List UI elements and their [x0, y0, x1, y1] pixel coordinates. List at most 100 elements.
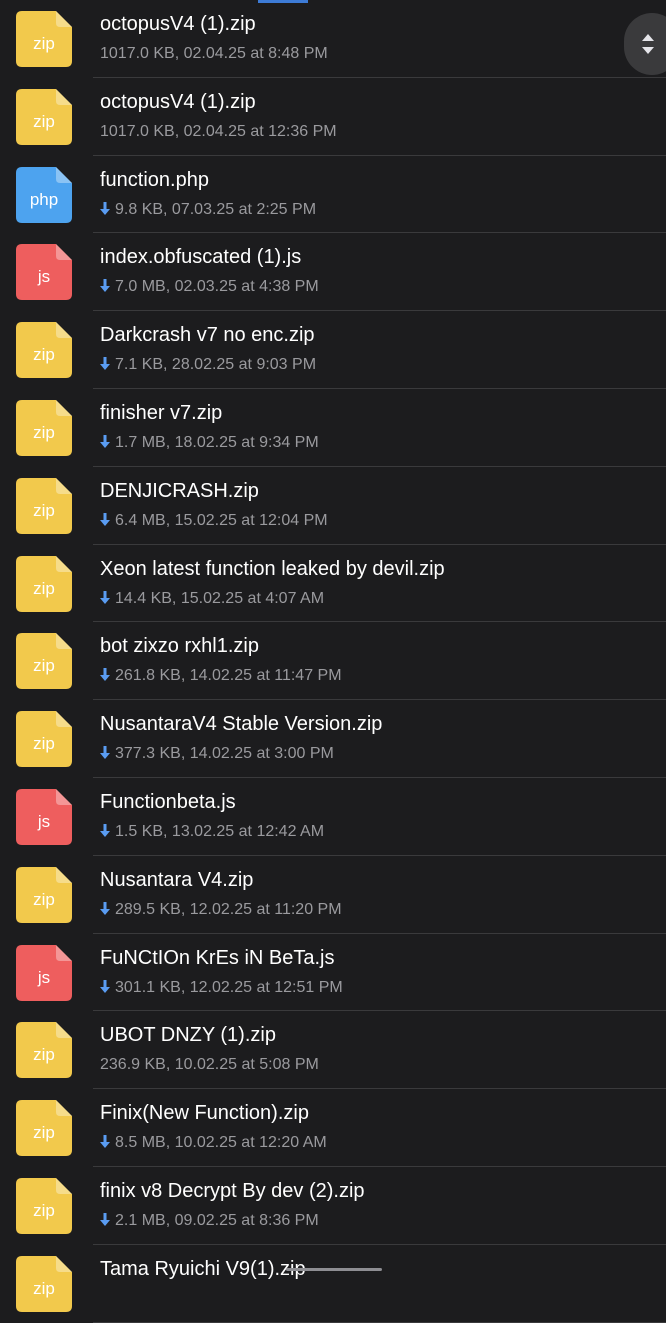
file-extension-label: zip	[33, 1200, 55, 1220]
php-file-icon: php	[16, 166, 72, 223]
file-name: Finix(New Function).zip	[100, 1102, 309, 1125]
file-meta: 377.3 KB, 14.02.25 at 3:00 PM	[100, 745, 334, 764]
file-row[interactable]: php function.php 9.8 KB, 07.03.25 at 2:25 …	[0, 156, 666, 234]
file-name: finisher v7.zip	[100, 401, 223, 424]
arrow-down-icon	[100, 1212, 112, 1231]
js-file-icon: js	[16, 944, 72, 1001]
file-meta-text: 2.1 MB, 09.02.25 at 8:36 PM	[115, 1211, 319, 1229]
file-name: function.php	[100, 168, 209, 191]
file-meta-text: 8.5 MB, 10.02.25 at 12:20 AM	[115, 1134, 327, 1152]
file-extension-label: zip	[33, 1045, 55, 1065]
arrow-down-icon	[100, 590, 112, 609]
zip-file-icon: zip	[16, 633, 72, 690]
file-meta: 7.0 MB, 02.03.25 at 4:38 PM	[100, 278, 319, 297]
file-meta-text: 14.4 KB, 15.02.25 at 4:07 AM	[115, 589, 325, 607]
arrow-down-icon	[100, 1135, 112, 1153]
file-meta: 2.1 MB, 09.02.25 at 8:36 PM	[100, 1212, 319, 1231]
zip-file-icon: zip	[16, 477, 72, 534]
file-meta-text: 1.7 MB, 18.02.25 at 9:34 PM	[115, 433, 319, 451]
zip-file-icon: zip	[16, 1100, 72, 1157]
file-name: Tama Ryuichi V9(1).zip	[100, 1257, 306, 1280]
file-extension-label: zip	[33, 656, 55, 676]
file-extension-label: zip	[33, 34, 55, 53]
arrow-down-icon	[100, 746, 112, 764]
file-meta-text: 7.0 MB, 02.03.25 at 4:38 PM	[115, 278, 319, 296]
file-name: Xeon latest function leaked by devil.zip	[100, 557, 445, 580]
file-name: octopusV4 (1).zip	[100, 90, 256, 113]
file-extension-label: zip	[33, 345, 55, 365]
file-meta: 9.8 KB, 07.03.25 at 2:25 PM	[100, 201, 316, 220]
file-extension-label: js	[37, 967, 51, 987]
file-extension-label: zip	[33, 1278, 55, 1298]
file-name: FuNCtIOn KrEs iN BeTa.js	[100, 946, 335, 969]
file-meta: 1.5 KB, 13.02.25 at 12:42 AM	[100, 823, 324, 842]
file-name: index.obfuscated (1).js	[100, 246, 302, 269]
file-meta: 1.7 MB, 18.02.25 at 9:34 PM	[100, 434, 319, 453]
file-extension-label: zip	[33, 578, 55, 598]
file-row[interactable]: zip bot zixzo rxhl1.zip 261.8 KB, 14.02.25…	[0, 622, 666, 700]
file-row[interactable]: zip Darkcrash v7 no enc.zip 7.1 KB, 28.02.…	[0, 311, 666, 389]
arrow-down-icon	[100, 668, 112, 686]
zip-file-icon: zip	[16, 399, 72, 456]
zip-file-icon: zip	[16, 1022, 72, 1079]
js-file-icon: js	[16, 244, 72, 301]
file-row[interactable]: zip DENJICRASH.zip 6.4 MB, 15.02.25 at 12:…	[0, 467, 666, 545]
file-meta-text: 9.8 KB, 07.03.25 at 2:25 PM	[115, 200, 317, 218]
file-meta: 236.9 KB, 10.02.25 at 5:08 PM	[100, 1056, 319, 1074]
file-extension-label: zip	[33, 889, 55, 909]
file-meta: 1017.0 KB, 02.04.25 at 12:36 PM	[100, 123, 337, 141]
arrow-down-icon	[100, 279, 112, 297]
arrow-down-icon	[100, 823, 112, 842]
zip-file-icon: zip	[16, 1255, 72, 1312]
file-name: Darkcrash v7 no enc.zip	[100, 324, 315, 347]
file-name: Functionbeta.js	[100, 790, 236, 813]
file-row[interactable]: js FuNCtIOn KrEs iN BeTa.js 301.1 KB, 12.0…	[0, 934, 666, 1012]
file-row[interactable]: js index.obfuscated (1).js 7.0 MB, 02.03.2…	[0, 233, 666, 311]
file-meta-text: 1.5 KB, 13.02.25 at 12:42 AM	[115, 822, 325, 840]
zip-file-icon: zip	[16, 11, 72, 67]
fast-scroll-handle[interactable]	[624, 13, 666, 75]
file-meta: 6.4 MB, 15.02.25 at 12:04 PM	[100, 512, 328, 531]
file-extension-label: js	[37, 267, 51, 287]
file-meta-text: 7.1 KB, 28.02.25 at 9:03 PM	[115, 356, 317, 374]
home-indicator	[286, 1268, 382, 1271]
file-extension-label: zip	[33, 111, 55, 131]
file-row[interactable]: zip NusantaraV4 Stable Version.zip 377.3 K…	[0, 700, 666, 778]
file-extension-label: zip	[33, 422, 55, 442]
arrow-down-icon	[100, 979, 112, 998]
file-row[interactable]: zip Tama Ryuichi V9(1).zip	[0, 1245, 666, 1323]
file-meta: 261.8 KB, 14.02.25 at 11:47 PM	[100, 667, 342, 686]
file-row[interactable]: zip Nusantara V4.zip 289.5 KB, 12.02.25 at…	[0, 856, 666, 934]
file-row[interactable]: zip UBOT DNZY (1).zip 236.9 KB, 10.02.25 a…	[0, 1011, 666, 1089]
file-meta-text: 289.5 KB, 12.02.25 at 11:20 PM	[115, 900, 342, 918]
file-row[interactable]: zip octopusV4 (1).zip 1017.0 KB, 02.04.25 …	[0, 78, 666, 156]
file-meta: 14.4 KB, 15.02.25 at 4:07 AM	[100, 590, 324, 609]
file-row[interactable]: zip Finix(New Function).zip 8.5 MB, 10.02.…	[0, 1089, 666, 1167]
zip-file-icon: zip	[16, 866, 72, 923]
file-meta: 301.1 KB, 12.02.25 at 12:51 PM	[100, 979, 343, 998]
file-name: bot zixzo rxhl1.zip	[100, 635, 259, 658]
file-row[interactable]: js Functionbeta.js 1.5 KB, 13.02.25 at 12:…	[0, 778, 666, 856]
file-name: NusantaraV4 Stable Version.zip	[100, 713, 383, 736]
file-meta-text: 1017.0 KB, 02.04.25 at 8:48 PM	[100, 45, 328, 62]
file-row[interactable]: zip Xeon latest function leaked by devil.…	[0, 545, 666, 623]
file-name: octopusV4 (1).zip	[100, 13, 256, 35]
file-row[interactable]: zip finisher v7.zip 1.7 MB, 18.02.25 at 9:…	[0, 389, 666, 467]
arrow-down-icon	[100, 357, 112, 375]
file-meta: 8.5 MB, 10.02.25 at 12:20 AM	[100, 1134, 327, 1153]
arrow-down-icon	[100, 901, 112, 920]
file-row[interactable]: zip finix v8 Decrypt By dev (2).zip 2.1 MB…	[0, 1167, 666, 1245]
file-extension-label: zip	[33, 500, 55, 520]
zip-file-icon: zip	[16, 322, 72, 379]
file-list: zip octopusV4 (1).zip 1017.0 KB, 02.04.25 …	[0, 0, 666, 1323]
zip-file-icon: zip	[16, 1177, 72, 1234]
file-meta: 1017.0 KB, 02.04.25 at 8:48 PM	[100, 45, 328, 63]
zip-file-icon: zip	[16, 711, 72, 768]
scroll-up-down-icon	[642, 34, 654, 54]
file-meta-text: 261.8 KB, 14.02.25 at 11:47 PM	[115, 667, 342, 685]
file-name: UBOT DNZY (1).zip	[100, 1024, 276, 1047]
file-row[interactable]: zip octopusV4 (1).zip 1017.0 KB, 02.04.25 …	[0, 0, 666, 78]
arrow-down-icon	[100, 434, 112, 453]
file-extension-label: zip	[33, 734, 55, 754]
file-meta-text: 1017.0 KB, 02.04.25 at 12:36 PM	[100, 122, 337, 140]
